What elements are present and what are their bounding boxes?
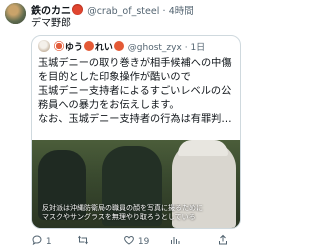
share-icon (219, 234, 227, 245)
views-icon (171, 237, 180, 244)
emoji-icon (113, 41, 124, 51)
quote-author-name-part2: れい (94, 43, 113, 53)
quote-line: 務員への暴力をお伝えします。 (38, 100, 180, 111)
reply-count: 1 (45, 237, 52, 247)
emoji-icon (83, 41, 94, 51)
reply-button[interactable]: 1 (31, 234, 52, 248)
author-handle[interactable]: @crab_of_steel (87, 6, 159, 17)
quote-timestamp: 1日 (190, 43, 206, 53)
like-count: 19 (137, 237, 150, 247)
quote-author-name-part1: ゆう (64, 43, 83, 53)
quoted-tweet[interactable]: ゆう れい @ghost_zyx · 1日 玉城デニーの取り巻きが相手候補への中傷… (31, 35, 241, 229)
separator: · (184, 43, 188, 53)
like-button[interactable]: 19 (123, 234, 149, 248)
emoji-icon (53, 41, 64, 51)
retweet-button[interactable] (77, 234, 89, 248)
author-name[interactable]: 鉄のカニ (31, 6, 71, 17)
tweet[interactable]: 鉄のカニ @crab_of_steel · 4時間 デマ野郎 ゆう れい @gho… (0, 0, 246, 250)
share-button[interactable] (217, 234, 229, 248)
quote-handle: @ghost_zyx (127, 43, 182, 53)
quote-line: なお、玉城デニー支持者の行為は有罪判… (38, 114, 232, 125)
quote-avatar[interactable] (38, 40, 50, 52)
heart-icon (124, 235, 134, 245)
quote-line: 玉城デニー支持者によるすごいレベルの公 (38, 86, 232, 97)
reply-icon (32, 235, 42, 246)
tweet-text: デマ野郎 (31, 18, 71, 29)
quote-media-image[interactable]: 反対派は沖縄防衛局の職員の顔を写真に撮るために マスクやサングラスを無理やり取ろ… (32, 140, 240, 228)
quote-line: を目的とした印象操作が酷いので (38, 72, 191, 83)
action-bar: 1 19 (31, 232, 243, 248)
separator: · (162, 6, 166, 17)
tweet-header: 鉄のカニ @crab_of_steel · 4時間 (31, 4, 242, 18)
media-caption: 反対派は沖縄防衛局の職員の顔を写真に撮るために マスクやサングラスを無理やり取ろ… (42, 204, 234, 222)
views-button[interactable] (169, 234, 181, 248)
caption-line: マスクやサングラスを無理やり取ろうとしている (42, 213, 196, 221)
quote-text: 玉城デニーの取り巻きが相手候補への中傷 を目的とした印象操作が酷いので 玉城デニ… (38, 57, 234, 127)
crab-emoji-icon (72, 4, 83, 15)
timestamp[interactable]: 4時間 (169, 6, 194, 17)
quote-line: 玉城デニーの取り巻きが相手候補への中傷 (38, 58, 232, 69)
avatar[interactable] (5, 3, 26, 24)
caption-line: 反対派は沖縄防衛局の職員の顔を写真に撮るために (42, 204, 203, 212)
quote-header: ゆう れい @ghost_zyx · 1日 (38, 40, 236, 54)
retweet-icon (78, 235, 88, 245)
